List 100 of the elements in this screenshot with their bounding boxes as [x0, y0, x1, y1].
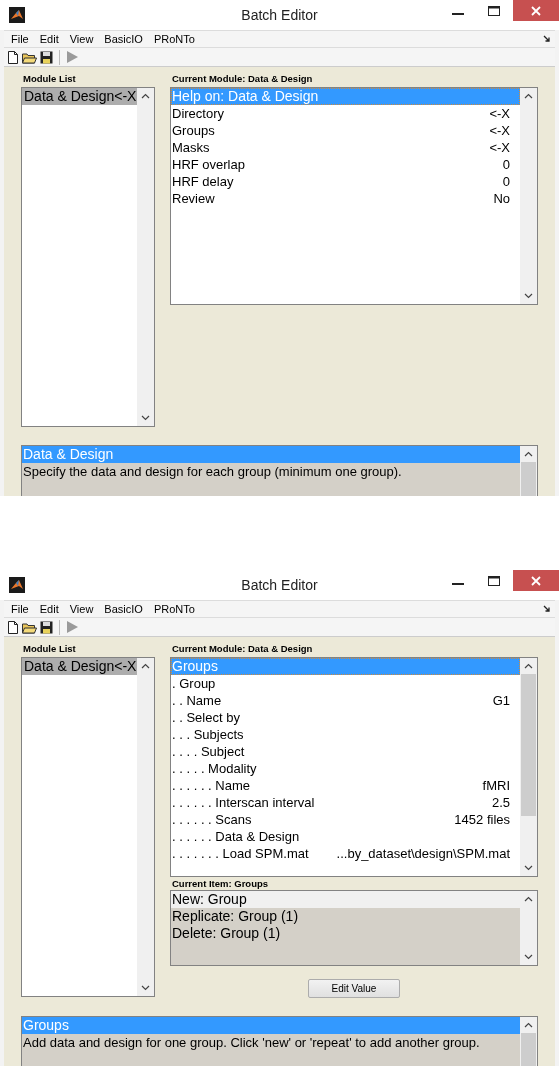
- item-label: . . . . . Modality: [172, 760, 257, 777]
- help-text: Add data and design for one group. Click 'new' or 'repeat' to add another group.: [22, 1034, 481, 1051]
- menu-item[interactable]: File: [11, 602, 29, 616]
- item-label: Groups: [172, 122, 215, 139]
- list-item[interactable]: Groups <-X: [171, 122, 520, 139]
- menu-item[interactable]: BasicIO: [104, 602, 143, 616]
- list-item[interactable]: . . . Subjects: [171, 726, 520, 743]
- item-label: Directory: [172, 105, 224, 122]
- scroll-up-icon[interactable]: [141, 93, 150, 99]
- menu-item[interactable]: Edit: [39, 602, 59, 616]
- list-item[interactable]: . . Name G1: [171, 692, 520, 709]
- item-label: . . . . . . . Load SPM.mat: [172, 845, 309, 862]
- item-label: Masks: [172, 139, 210, 156]
- scroll-up-icon[interactable]: [524, 896, 533, 902]
- help-text: Data & Design: [22, 446, 520, 463]
- item-label: Review: [172, 190, 215, 207]
- run-icon[interactable]: [66, 50, 79, 64]
- list-item[interactable]: Directory <-X: [171, 105, 520, 122]
- menu-item[interactable]: Edit: [39, 32, 59, 46]
- list-item[interactable]: . . . . Subject: [171, 743, 520, 760]
- new-file-icon[interactable]: [7, 50, 19, 64]
- panel-label: Current Module: Data & Design: [171, 642, 314, 656]
- item-value: ...by_dataset\design\SPM.mat: [336, 845, 510, 862]
- run-icon[interactable]: [66, 620, 79, 634]
- item-value: 2.5: [491, 794, 510, 811]
- list-item[interactable]: . . . . . . Interscan interval 2.5: [171, 794, 520, 811]
- app-icon: [9, 577, 25, 593]
- menu-item[interactable]: BasicIO: [104, 32, 143, 46]
- close-icon: [531, 5, 541, 16]
- open-folder-icon[interactable]: [22, 620, 37, 634]
- new-file-icon[interactable]: [7, 620, 19, 634]
- list-item[interactable]: . . . . . Modality: [171, 760, 520, 777]
- menu-item[interactable]: View: [69, 32, 94, 46]
- scroll-thumb[interactable]: [521, 674, 536, 816]
- scroll-up-icon[interactable]: [141, 663, 150, 669]
- item-label: Groups: [172, 658, 218, 675]
- arrow-icon[interactable]: [543, 605, 551, 613]
- panel-label: Module List: [22, 642, 77, 656]
- scroll-up-icon[interactable]: [524, 1022, 533, 1028]
- scroll-thumb[interactable]: [521, 1033, 536, 1066]
- scroll-down-icon[interactable]: [141, 985, 150, 991]
- menu-item[interactable]: PRoNTo: [153, 602, 195, 616]
- scroll-down-icon[interactable]: [524, 865, 533, 871]
- close-icon: [531, 575, 541, 586]
- list-item[interactable]: New: Group: [171, 891, 520, 908]
- help-text: Specify the data and design for each group (minimum one group).: [22, 463, 403, 480]
- list-item[interactable]: Masks <-X: [171, 139, 520, 156]
- maximize-icon[interactable]: [487, 4, 501, 18]
- close-button[interactable]: [513, 0, 559, 21]
- list-item[interactable]: HRF overlap 0: [171, 156, 520, 173]
- list-item[interactable]: . Group: [171, 675, 520, 692]
- item-value: 0: [502, 156, 510, 173]
- arrow-icon[interactable]: [543, 35, 551, 43]
- save-icon[interactable]: [40, 620, 53, 634]
- module-list[interactable]: Data & Design<-X: [21, 657, 155, 997]
- item-value: fMRI: [482, 777, 510, 794]
- list-item[interactable]: . . . . . . . Load SPM.mat ...by_dataset\design\SPM.mat: [171, 845, 520, 862]
- edit-value-button[interactable]: Edit Value: [308, 979, 400, 998]
- item-label: . . . . . . Scans: [172, 811, 252, 828]
- scroll-up-icon[interactable]: [524, 663, 533, 669]
- list-item[interactable]: Replicate: Group (1): [171, 908, 520, 925]
- scroll-down-icon[interactable]: [524, 954, 533, 960]
- scroll-up-icon[interactable]: [524, 451, 533, 457]
- item-label: . . Name: [172, 692, 222, 709]
- item-value: No: [493, 190, 510, 207]
- window-title: Batch Editor: [240, 577, 319, 593]
- menu-item[interactable]: File: [11, 32, 29, 46]
- option-list[interactable]: New: Group Replicate: Group (1) Delete: Group (1): [170, 890, 538, 966]
- list-item[interactable]: Review No: [171, 190, 520, 207]
- window-title: Batch Editor: [240, 7, 319, 23]
- list-item[interactable]: Data & Design<-X: [22, 88, 137, 105]
- item-value: <-X: [489, 122, 510, 139]
- scroll-thumb[interactable]: [521, 462, 536, 496]
- list-item[interactable]: HRF delay 0: [171, 173, 520, 190]
- item-label: . . . . . . Interscan interval: [172, 794, 315, 811]
- help-text: Groups: [22, 1017, 520, 1034]
- scroll-down-icon[interactable]: [141, 415, 150, 421]
- list-item[interactable]: . . . . . . Data & Design: [171, 828, 520, 845]
- module-item-list[interactable]: [170, 657, 538, 877]
- list-item[interactable]: . . Select by: [171, 709, 520, 726]
- scroll-up-icon[interactable]: [524, 93, 533, 99]
- module-item-list[interactable]: Help on: Data & Design Directory <-X Groups <-X Masks <-X HRF overlap 0 HRF delay 0 Review No: [170, 87, 538, 305]
- item-label: . . Select by: [172, 709, 240, 726]
- menu-item[interactable]: PRoNTo: [153, 32, 195, 46]
- module-list[interactable]: Data & Design<-X: [21, 87, 155, 427]
- item-label: HRF overlap: [172, 156, 245, 173]
- list-item[interactable]: Delete: Group (1): [171, 925, 520, 942]
- item-label: HRF delay: [172, 173, 234, 190]
- list-item[interactable]: . . . . . . Name fMRI: [171, 777, 520, 794]
- scroll-down-icon[interactable]: [524, 293, 533, 299]
- menu-item[interactable]: View: [69, 602, 94, 616]
- panel-label: Current Module: Data & Design: [171, 72, 314, 86]
- list-item[interactable]: Data & Design<-X: [22, 658, 137, 675]
- close-button[interactable]: [513, 570, 559, 591]
- open-folder-icon[interactable]: [22, 50, 37, 64]
- save-icon[interactable]: [40, 50, 53, 64]
- maximize-icon[interactable]: [487, 574, 501, 588]
- list-item[interactable]: . . . . . . Scans 1452 files: [171, 811, 520, 828]
- item-label: Help on: Data & Design: [172, 88, 319, 105]
- item-label: . . . . . . Name: [172, 777, 251, 794]
